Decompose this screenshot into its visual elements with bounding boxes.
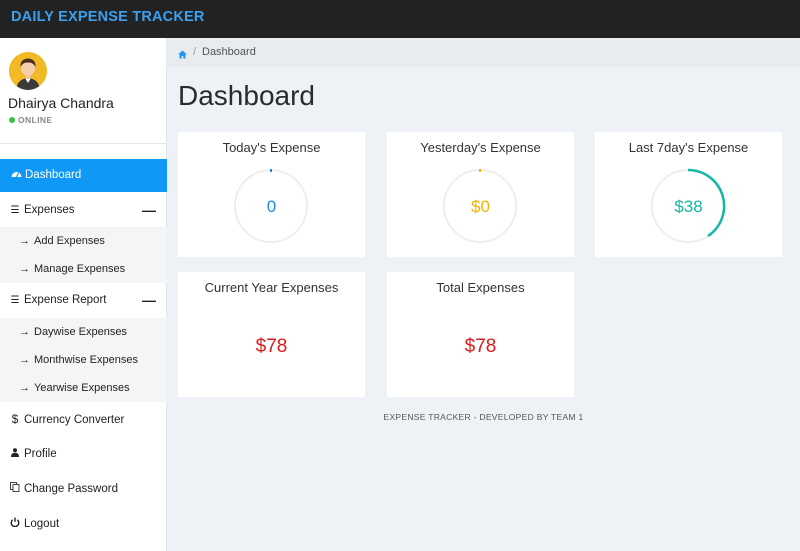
card-current-year-expenses: Current Year Expenses $78 <box>178 272 365 397</box>
top-bar: DAILY EXPENSE TRACKER <box>0 0 800 38</box>
sidebar-item-label: Dashboard <box>25 169 82 181</box>
sidebar-item-label: Expense Report <box>24 294 107 306</box>
sidebar-item-change-password[interactable]: Change Password <box>0 472 167 507</box>
card-title: Total Expenses <box>436 280 525 295</box>
sidebar-item-manage-expenses[interactable]: → Manage Expenses <box>0 255 167 283</box>
card-value: 0 <box>266 197 277 216</box>
footer-text: EXPENSE TRACKER - DEVELOPED BY TEAM 1 <box>383 412 584 422</box>
card-last-7-days-expense: Last 7day's Expense $38 <box>595 132 782 257</box>
arrow-right-icon: → <box>19 382 30 394</box>
collapse-icon[interactable]: — <box>142 285 156 315</box>
user-panel: Dhairya Chandra ONLINE <box>0 38 167 144</box>
sidebar-item-label: Monthwise Expenses <box>34 354 138 366</box>
collapse-icon[interactable]: — <box>142 195 156 225</box>
sidebar-item-currency-converter[interactable]: $ Currency Converter <box>0 402 167 437</box>
sidebar-item-label: Profile <box>24 448 57 460</box>
bars-icon: ☰ <box>10 205 20 216</box>
card-title: Yesterday's Expense <box>420 140 541 155</box>
online-dot-icon <box>9 117 15 123</box>
dashboard-icon <box>10 159 22 192</box>
sidebar-item-label: Manage Expenses <box>34 263 126 275</box>
power-icon <box>9 507 21 542</box>
arrow-right-icon: → <box>19 354 30 366</box>
page-title: Dashboard <box>178 80 315 111</box>
card-today-expense: Today's Expense 0 <box>178 132 365 257</box>
user-name: Dhairya Chandra <box>8 95 114 111</box>
sidebar-item-expense-report[interactable]: ☰ Expense Report — <box>0 285 167 315</box>
sidebar-item-label: Logout <box>24 518 60 530</box>
card-value: $78 <box>255 336 288 357</box>
card-title: Current Year Expenses <box>204 280 339 295</box>
breadcrumb-current: Dashboard <box>202 46 256 58</box>
user-icon <box>9 437 21 472</box>
arrow-right-icon: → <box>19 326 30 338</box>
sidebar-item-label: Add Expenses <box>34 235 105 247</box>
status-label: ONLINE <box>18 115 53 125</box>
breadcrumb: / Dashboard <box>167 38 800 67</box>
card-title: Today's Expense <box>222 140 321 155</box>
card-value: $38 <box>674 197 703 216</box>
sidebar-item-label: Currency Converter <box>24 414 125 426</box>
home-icon[interactable] <box>178 46 187 59</box>
arrow-right-icon: → <box>19 263 30 275</box>
copy-icon <box>9 472 21 507</box>
online-status: ONLINE <box>9 115 53 125</box>
sidebar-item-yearwise[interactable]: → Yearwise Expenses <box>0 374 167 402</box>
breadcrumb-separator: / <box>193 46 197 58</box>
sidebar-item-label: Daywise Expenses <box>34 326 127 338</box>
card-total-expenses: Total Expenses $78 <box>387 272 574 397</box>
app-brand[interactable]: DAILY EXPENSE TRACKER <box>11 9 205 25</box>
sidebar-item-add-expenses[interactable]: → Add Expenses <box>0 227 167 255</box>
sidebar-item-dashboard[interactable]: Dashboard <box>0 159 167 192</box>
avatar <box>9 52 47 90</box>
sidebar-item-expenses[interactable]: ☰ Expenses — <box>0 195 167 225</box>
bars-icon: ☰ <box>10 295 20 306</box>
card-yesterday-expense: Yesterday's Expense $0 <box>387 132 574 257</box>
card-title: Last 7day's Expense <box>628 140 749 155</box>
sidebar-item-label: Expenses <box>24 204 75 216</box>
arrow-right-icon: → <box>19 235 30 247</box>
card-value: $0 <box>471 197 490 216</box>
sidebar: Dhairya Chandra ONLINE Dashboard ☰ Expens… <box>0 38 167 551</box>
sidebar-item-logout[interactable]: Logout <box>0 507 167 542</box>
card-value: $78 <box>464 336 497 357</box>
sidebar-item-monthwise[interactable]: → Monthwise Expenses <box>0 346 167 374</box>
dollar-icon: $ <box>11 412 19 426</box>
sidebar-item-label: Yearwise Expenses <box>34 382 130 394</box>
sidebar-item-label: Change Password <box>24 483 118 495</box>
sidebar-item-daywise[interactable]: → Daywise Expenses <box>0 318 167 346</box>
sidebar-item-profile[interactable]: Profile <box>0 437 167 472</box>
